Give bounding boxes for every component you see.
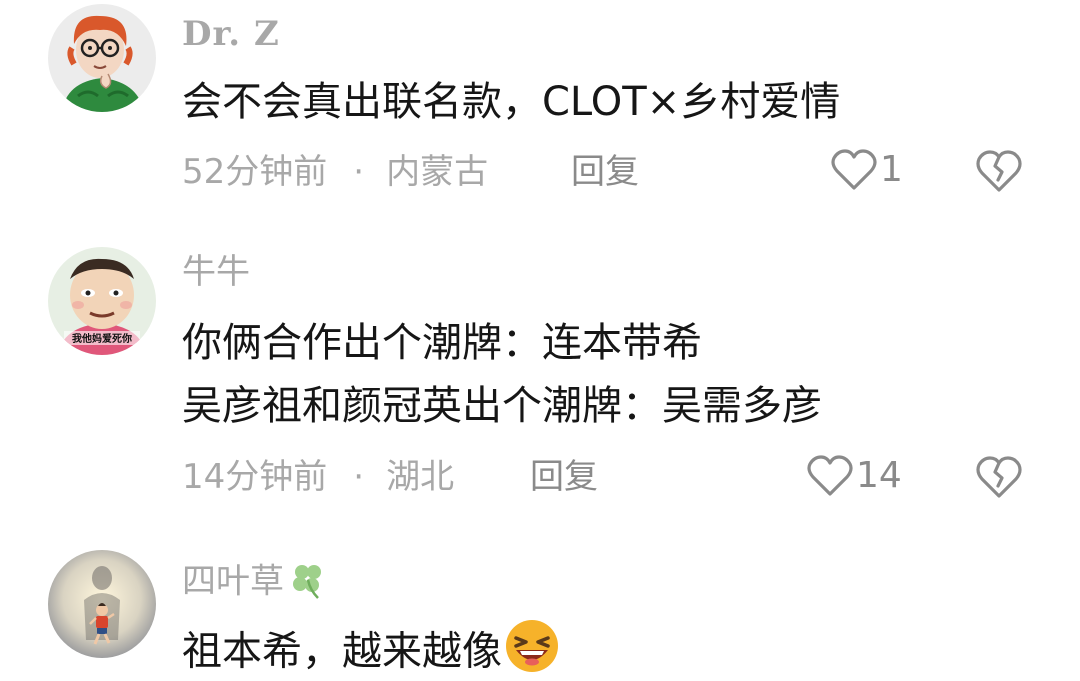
heart-icon xyxy=(831,149,877,190)
avatar[interactable]: 我他妈爱死你 xyxy=(48,247,156,355)
location: 湖北 xyxy=(386,457,455,497)
like-count: 1 xyxy=(880,149,903,190)
broken-heart-icon xyxy=(976,150,1022,192)
separator-dot: · xyxy=(353,152,365,192)
like-button[interactable]: 14 xyxy=(806,454,902,498)
like-count: 14 xyxy=(856,455,902,496)
username[interactable]: 四叶草 xyxy=(182,560,328,606)
laughing-emoji-icon xyxy=(504,620,560,681)
comment-item: 我他妈爱死你 牛牛 你俩合作出个潮牌：连本带希 吴彦祖和颜冠英出个潮牌：吴需多彦… xyxy=(0,230,1080,540)
four-leaf-clover-icon xyxy=(288,560,328,606)
username[interactable]: 牛牛 xyxy=(182,255,250,289)
cartoon-man-glasses-avatar xyxy=(48,4,156,112)
comment-text: 吴彦祖和颜冠英出个潮牌：吴需多彦 xyxy=(182,383,822,429)
avatar-caption: 我他妈爱死你 xyxy=(72,332,132,345)
meme-face-avatar: 我他妈爱死你 xyxy=(48,247,156,355)
comment-text: 你俩合作出个潮牌：连本带希 xyxy=(182,320,702,366)
separator-dot: · xyxy=(353,457,365,497)
username-text: 四叶草 xyxy=(182,561,284,602)
username[interactable]: Dr. Z xyxy=(182,17,280,51)
location: 内蒙古 xyxy=(386,152,489,192)
like-button[interactable]: 1 xyxy=(830,148,903,192)
comment-meta: 14分钟前 · 湖北 xyxy=(182,460,454,494)
timestamp: 52分钟前 xyxy=(182,152,328,192)
comment-item: 四叶草 祖本希，越来越像 xyxy=(0,540,1080,680)
broken-heart-icon xyxy=(976,456,1022,498)
avatar[interactable] xyxy=(48,550,156,658)
dislike-button[interactable] xyxy=(974,148,1024,198)
comment-meta: 52分钟前 · 内蒙古 xyxy=(182,155,488,189)
avatar[interactable] xyxy=(48,4,156,112)
comment-text: 祖本希，越来越像 xyxy=(182,620,560,681)
comment-text-content: 祖本希，越来越像 xyxy=(182,628,502,675)
reply-button[interactable]: 回复 xyxy=(530,460,598,494)
comment-item: Dr. Z 会不会真出联名款，CLOT×乡村爱情 52分钟前 · 内蒙古 回复 … xyxy=(0,0,1080,230)
dislike-button[interactable] xyxy=(974,454,1024,504)
timestamp: 14分钟前 xyxy=(182,457,328,497)
comment-text: 会不会真出联名款，CLOT×乡村爱情 xyxy=(182,79,841,125)
reply-button[interactable]: 回复 xyxy=(571,155,639,189)
running-child-avatar xyxy=(48,550,156,658)
heart-icon xyxy=(807,455,853,496)
